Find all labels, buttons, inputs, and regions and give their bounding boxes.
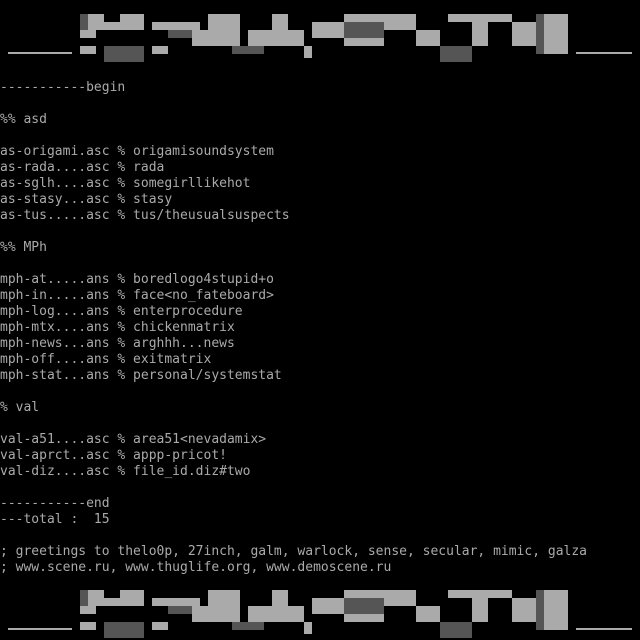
text-line: as-tus.....asc % tus/theusualsuspects [0,208,290,223]
ascii-logo-banner-top [0,14,640,62]
ascii-file-listing: -----------begin %% asd as-origami.asc %… [0,80,587,576]
text-line [0,480,587,496]
ansi-viewer-screen: -----------begin %% asd as-origami.asc %… [0,0,640,640]
ascii-block-logo-icon [8,590,632,638]
text-line: -----------begin [0,80,126,95]
text-line: val-a51....asc % area51<nevadamix> [0,432,267,447]
text-line [0,256,587,272]
text-line: mph-in.....ans % face<no_fateboard> [0,288,274,303]
text-line: val-aprct..asc % appp-pricot! [0,448,227,463]
text-line [0,128,587,144]
text-line: as-stasy...asc % stasy [0,192,173,207]
ascii-block-logo-icon [8,14,632,62]
text-line: mph-at.....ans % boredlogo4stupid+o [0,272,274,287]
text-line: %% asd [0,112,47,127]
text-line: -----------end [0,496,110,511]
text-line: mph-log....ans % enterprocedure [0,304,243,319]
text-line: as-sglh....asc % somegirllikehot [0,176,251,191]
text-line: val-diz....asc % file_id.diz#two [0,464,251,479]
text-line: as-origami.asc % origamisoundsystem [0,144,274,159]
text-line [0,384,587,400]
text-line: ; greetings to thelo0p, 27inch, galm, wa… [0,544,587,559]
text-line [0,416,587,432]
ascii-logo-banner-bottom [0,590,640,638]
text-line: ; www.scene.ru, www.thuglife.org, www.de… [0,560,392,575]
text-line: % val [0,400,40,415]
text-line: %% MPh [0,240,47,255]
text-line: mph-mtx....ans % chickenmatrix [0,320,235,335]
text-line: mph-news...ans % arghhh...news [0,336,235,351]
text-line [0,224,587,240]
text-line [0,96,587,112]
text-line [0,528,587,544]
text-line: mph-stat...ans % personal/systemstat [0,368,282,383]
text-line: mph-off....ans % exitmatrix [0,352,212,367]
text-line: ---total : 15 [0,512,110,527]
text-line: as-rada....asc % rada [0,160,165,175]
